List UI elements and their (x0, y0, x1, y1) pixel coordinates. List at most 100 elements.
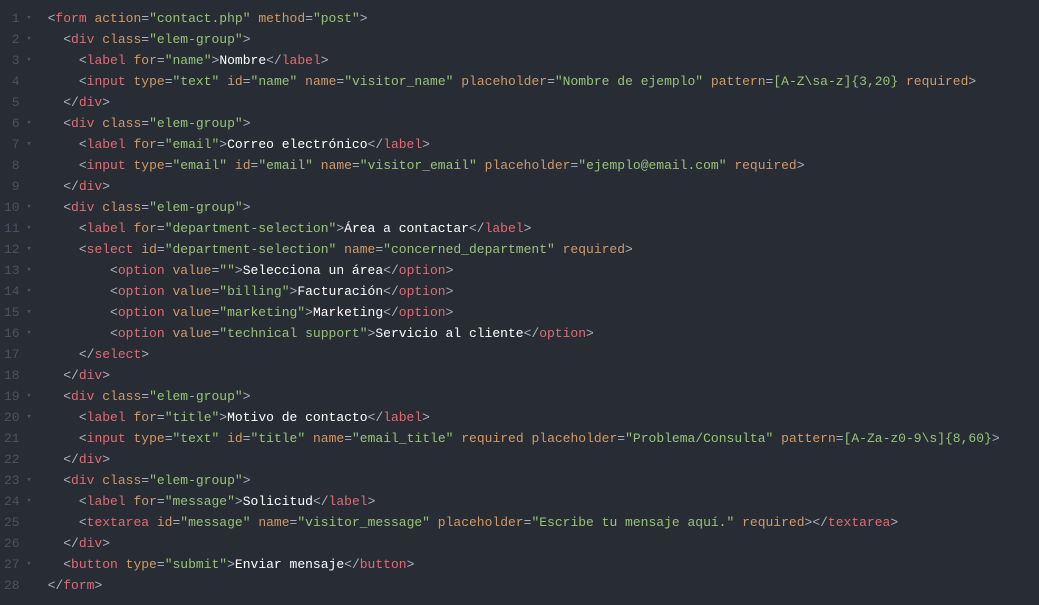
syntax-tag: option (539, 326, 586, 341)
code-line[interactable]: </div> (48, 92, 1039, 113)
syntax-punct: > (422, 410, 430, 425)
code-line[interactable]: <div class="elem-group"> (48, 386, 1039, 407)
syntax-tag: label (87, 137, 126, 152)
syntax-punct (227, 158, 235, 173)
syntax-attribute: id (157, 515, 173, 530)
code-line[interactable]: <div class="elem-group"> (48, 29, 1039, 50)
syntax-text: Motivo de contacto (227, 410, 367, 425)
code-line[interactable]: <div class="elem-group"> (48, 470, 1039, 491)
code-line[interactable]: </div> (48, 533, 1039, 554)
syntax-tag: div (79, 368, 102, 383)
syntax-punct: = (243, 431, 251, 446)
fold-icon[interactable]: ▾ (24, 470, 32, 491)
code-line[interactable]: <label for="department-selection">Área a… (48, 218, 1039, 239)
line-number: 24▾ (4, 491, 32, 512)
code-line[interactable]: <input type="text" id="name" name="visit… (48, 71, 1039, 92)
syntax-attribute: action (94, 11, 141, 26)
fold-icon[interactable]: ▾ (24, 113, 32, 134)
syntax-punct: < (63, 116, 71, 131)
syntax-punct: < (79, 158, 87, 173)
fold-icon[interactable]: ▾ (24, 491, 32, 512)
syntax-punct: < (79, 515, 87, 530)
syntax-punct (734, 515, 742, 530)
syntax-punct: > (102, 452, 110, 467)
code-line[interactable]: <textarea id="message" name="visitor_mes… (48, 512, 1039, 533)
line-number: 19▾ (4, 386, 32, 407)
fold-icon[interactable]: ▾ (24, 554, 32, 575)
code-line[interactable]: </div> (48, 449, 1039, 470)
code-line[interactable]: <input type="text" id="title" name="emai… (48, 428, 1039, 449)
code-area[interactable]: <form action="contact.php" method="post"… (40, 0, 1039, 605)
code-line[interactable]: <label for="email">Correo electrónico</l… (48, 134, 1039, 155)
code-line[interactable]: <div class="elem-group"> (48, 113, 1039, 134)
syntax-tag: select (94, 347, 141, 362)
code-line[interactable]: <option value="">Selecciona un área</opt… (48, 260, 1039, 281)
syntax-string: "Problema/Consulta" (625, 431, 773, 446)
syntax-punct: = (157, 557, 165, 572)
syntax-attribute: id (235, 158, 251, 173)
fold-icon[interactable]: ▾ (24, 134, 32, 155)
syntax-attribute: for (133, 221, 156, 236)
fold-icon[interactable]: ▾ (24, 8, 32, 29)
fold-icon[interactable]: ▾ (24, 281, 32, 302)
fold-icon[interactable]: ▾ (24, 260, 32, 281)
fold-icon[interactable]: ▾ (24, 302, 32, 323)
syntax-string: "name" (251, 74, 298, 89)
code-line[interactable]: <option value="marketing">Marketing</opt… (48, 302, 1039, 323)
syntax-attribute: name (313, 431, 344, 446)
code-line[interactable]: <button type="submit">Enviar mensaje</bu… (48, 554, 1039, 575)
code-line[interactable]: </form> (48, 575, 1039, 596)
syntax-tag: label (87, 410, 126, 425)
syntax-text: Enviar mensaje (235, 557, 344, 572)
line-number: 10▾ (4, 197, 32, 218)
syntax-attribute: class (102, 389, 141, 404)
syntax-punct: </ (368, 410, 384, 425)
code-line[interactable]: <select id="department-selection" name="… (48, 239, 1039, 260)
syntax-attribute: type (133, 431, 164, 446)
code-line[interactable]: </select> (48, 344, 1039, 365)
syntax-attribute: placeholder (461, 74, 547, 89)
syntax-string: "contact.php" (149, 11, 250, 26)
syntax-text: Nombre (219, 53, 266, 68)
fold-icon[interactable]: ▾ (24, 218, 32, 239)
syntax-punct (477, 158, 485, 173)
code-line[interactable]: </div> (48, 176, 1039, 197)
syntax-punct: = (157, 242, 165, 257)
syntax-punct: </ (383, 305, 399, 320)
fold-icon[interactable]: ▾ (24, 407, 32, 428)
syntax-punct: > (586, 326, 594, 341)
syntax-punct: < (79, 431, 87, 446)
code-line[interactable]: <input type="email" id="email" name="vis… (48, 155, 1039, 176)
code-line[interactable]: <div class="elem-group"> (48, 197, 1039, 218)
code-line[interactable]: <option value="billing">Facturación</opt… (48, 281, 1039, 302)
fold-icon[interactable]: ▾ (24, 386, 32, 407)
syntax-punct (555, 242, 563, 257)
code-line[interactable]: <label for="name">Nombre</label> (48, 50, 1039, 71)
code-line[interactable]: <form action="contact.php" method="post"… (48, 8, 1039, 29)
syntax-attribute: for (133, 137, 156, 152)
syntax-attribute: required (906, 74, 968, 89)
code-line[interactable]: <option value="technical support">Servic… (48, 323, 1039, 344)
syntax-string: "elem-group" (149, 473, 243, 488)
line-number: 22 (4, 449, 32, 470)
syntax-attribute: class (102, 473, 141, 488)
fold-icon[interactable]: ▾ (24, 197, 32, 218)
fold-icon[interactable]: ▾ (24, 323, 32, 344)
syntax-tag: option (118, 263, 165, 278)
syntax-punct: = (141, 473, 149, 488)
syntax-punct: = (165, 74, 173, 89)
syntax-attribute: type (126, 557, 157, 572)
syntax-punct: > (368, 494, 376, 509)
syntax-punct: > (243, 116, 251, 131)
code-editor[interactable]: 1▾2▾3▾456▾7▾8910▾11▾12▾13▾14▾15▾16▾17181… (0, 0, 1039, 605)
fold-icon[interactable]: ▾ (24, 29, 32, 50)
code-line[interactable]: </div> (48, 365, 1039, 386)
syntax-attribute: value (172, 263, 211, 278)
syntax-tag: label (87, 53, 126, 68)
fold-icon[interactable]: ▾ (24, 50, 32, 71)
code-line[interactable]: <label for="title">Motivo de contacto</l… (48, 407, 1039, 428)
syntax-attribute: required (742, 515, 804, 530)
code-line[interactable]: <label for="message">Solicitud</label> (48, 491, 1039, 512)
fold-icon[interactable]: ▾ (24, 239, 32, 260)
syntax-string: [A-Z\sa-z]{3,20} (773, 74, 898, 89)
